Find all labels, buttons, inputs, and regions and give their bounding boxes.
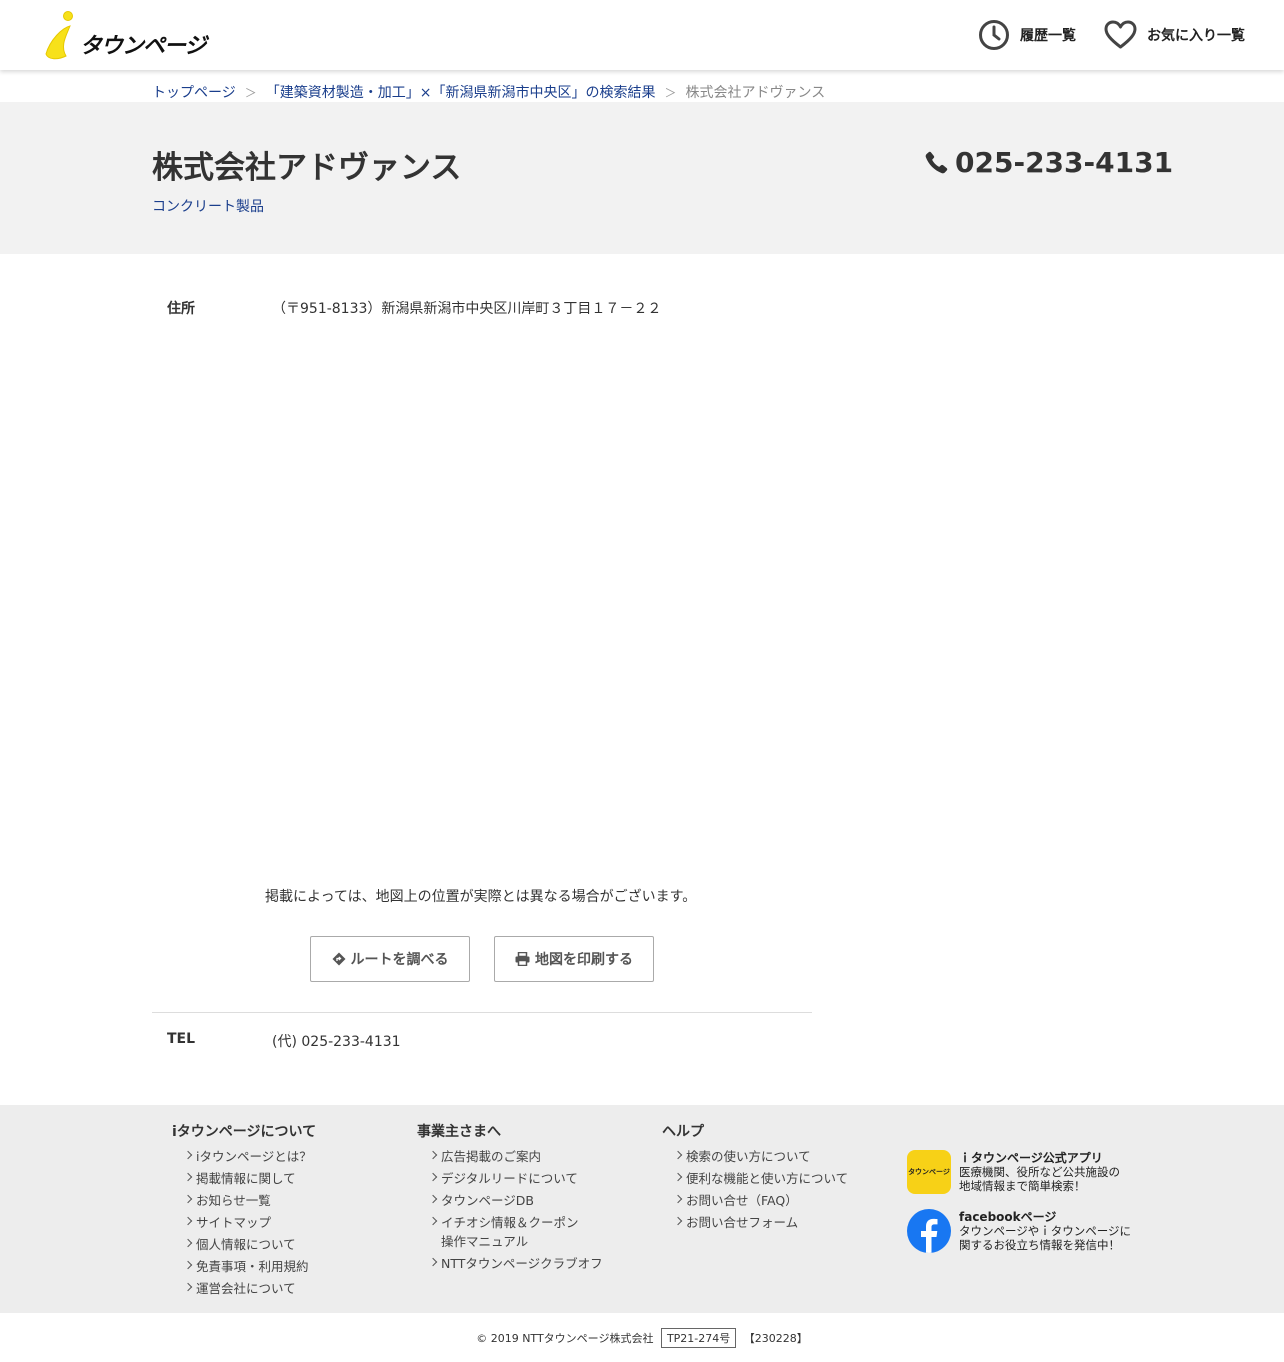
chevron-right-icon xyxy=(428,1150,438,1160)
print-button-label: 地図を印刷する xyxy=(535,952,633,968)
map-note: 掲載によっては、地図上の位置が実際とは異なる場合がございます。 xyxy=(265,889,697,905)
app-promo-title: ｉタウンページ公式アプリ xyxy=(959,1151,1103,1165)
footer-link[interactable]: 運営会社について xyxy=(172,1279,316,1298)
fb-promo-line2: 関するお役立ち情報を発信中！ xyxy=(959,1238,1120,1252)
company-header: 株式会社アドヴァンス コンクリート製品 025-233-4131 xyxy=(0,102,1284,254)
chevron-right-icon xyxy=(183,1238,193,1248)
app-promo-banner[interactable]: タウンページ ｉタウンページ公式アプリ 医療機関、役所など公共施設の 地域情報ま… xyxy=(907,1150,1120,1194)
footer-link[interactable]: 広告掲載のご案内 xyxy=(417,1147,603,1166)
license-code: TP21-274号 xyxy=(660,1328,737,1348)
favorites-label: お気に入り一覧 xyxy=(1147,28,1245,44)
phone-icon xyxy=(925,151,948,174)
chevron-right-icon xyxy=(428,1257,438,1267)
footer-link[interactable]: お問い合せフォーム xyxy=(662,1213,848,1232)
footer-link[interactable]: デジタルリードについて xyxy=(417,1169,603,1188)
chevron-right-icon xyxy=(183,1282,193,1292)
chevron-right-icon xyxy=(183,1194,193,1204)
app-promo-line1: 医療機関、役所など公共施設の xyxy=(959,1165,1120,1179)
chevron-right-icon xyxy=(673,1194,683,1204)
footer-column-about: iタウンページについて iタウンページとは？ 掲載情報に関して お知らせ一覧 サ… xyxy=(172,1121,316,1301)
route-button[interactable]: ルートを調べる xyxy=(310,936,470,982)
heart-icon xyxy=(1104,20,1137,49)
footer-link[interactable]: iタウンページとは？ xyxy=(172,1147,316,1166)
phone-number[interactable]: 025-233-4131 xyxy=(924,146,1173,179)
tel-value: (代) 025-233-4131 xyxy=(272,1034,401,1050)
chevron-right-icon xyxy=(673,1150,683,1160)
site-footer: iタウンページについて iタウンページとは？ 掲載情報に関して お知らせ一覧 サ… xyxy=(0,1105,1284,1313)
footer-column-business: 事業主さまへ 広告掲載のご案内 デジタルリードについて タウンページDB イチオ… xyxy=(417,1121,603,1276)
address-label: 住所 xyxy=(167,301,195,317)
footer-link[interactable]: 免責事項・利用規約 xyxy=(172,1257,316,1276)
address-value: （〒951-8133）新潟県新潟市中央区川岸町３丁目１７－２２ xyxy=(272,301,662,317)
chevron-right-icon xyxy=(428,1216,438,1226)
footer-link[interactable]: お知らせ一覧 xyxy=(172,1191,316,1210)
fb-promo-title: facebookページ xyxy=(959,1210,1057,1224)
app-promo-line2: 地域情報まで簡単検索！ xyxy=(959,1179,1086,1193)
footer-heading: 事業主さまへ xyxy=(417,1124,501,1140)
chevron-right-icon xyxy=(183,1260,193,1270)
history-link[interactable]: 履歴一覧 xyxy=(978,18,1076,52)
route-icon xyxy=(332,952,345,966)
breadcrumb-home-link[interactable]: トップページ xyxy=(152,82,236,102)
clock-icon xyxy=(979,20,1009,50)
footer-heading: iタウンページについて xyxy=(172,1124,317,1140)
footer-link[interactable]: NTTタウンページクラブオフ xyxy=(417,1254,603,1273)
phone-number-text: 025-233-4131 xyxy=(955,146,1174,179)
chevron-right-icon xyxy=(428,1172,438,1182)
site-header: タウンページ 履歴一覧 お気に入り一覧 xyxy=(0,0,1284,70)
printer-icon xyxy=(515,952,530,966)
footer-link[interactable]: サイトマップ xyxy=(172,1213,316,1232)
breadcrumb-separator: ＞ xyxy=(664,85,677,100)
category-link[interactable]: コンクリート製品 xyxy=(152,196,264,216)
footer-link[interactable]: お問い合せ（FAQ） xyxy=(662,1191,848,1210)
chevron-right-icon xyxy=(183,1172,193,1182)
fb-promo-line1: タウンページやｉタウンページに xyxy=(959,1224,1132,1238)
footer-link[interactable]: 便利な機能と使い方について xyxy=(662,1169,848,1188)
company-name: 株式会社アドヴァンス xyxy=(152,150,462,186)
logo-i-icon xyxy=(45,11,73,60)
footer-link[interactable]: イチオシ情報＆クーポン 操作マニュアル xyxy=(417,1213,603,1251)
breadcrumb-current: 株式会社アドヴァンス xyxy=(685,85,826,101)
print-map-button[interactable]: 地図を印刷する xyxy=(494,936,654,982)
route-button-label: ルートを調べる xyxy=(350,952,449,968)
site-logo[interactable]: タウンページ xyxy=(40,10,210,60)
logo-text: タウンページ xyxy=(80,34,207,59)
chevron-right-icon xyxy=(183,1216,193,1226)
chevron-right-icon xyxy=(183,1150,193,1160)
chevron-right-icon xyxy=(428,1194,438,1204)
copyright: © 2019 NTTタウンページ株式会社 TP21-274号 【230228】 xyxy=(0,1328,1284,1348)
chevron-right-icon xyxy=(673,1172,683,1182)
favorites-link[interactable]: お気に入り一覧 xyxy=(1104,18,1245,52)
version-code: 【230228】 xyxy=(743,1332,808,1345)
chevron-right-icon xyxy=(673,1216,683,1226)
footer-heading: ヘルプ xyxy=(662,1124,704,1140)
breadcrumb-separator: ＞ xyxy=(244,85,257,100)
footer-link[interactable]: タウンページDB xyxy=(417,1191,603,1210)
facebook-icon xyxy=(907,1209,951,1253)
app-icon: タウンページ xyxy=(907,1150,951,1194)
footer-column-help: ヘルプ 検索の使い方について 便利な機能と使い方について お問い合せ（FAQ） … xyxy=(662,1121,848,1235)
tel-label: TEL xyxy=(167,1031,196,1047)
map[interactable] xyxy=(265,330,810,860)
copyright-text: © 2019 NTTタウンページ株式会社 xyxy=(476,1332,654,1345)
footer-link[interactable]: 検索の使い方について xyxy=(662,1147,848,1166)
breadcrumb-search-link[interactable]: 「建築資材製造・加工」×「新潟県新潟市中央区」の検索結果 xyxy=(266,82,656,102)
facebook-promo-banner[interactable]: facebookページ タウンページやｉタウンページに 関するお役立ち情報を発信… xyxy=(907,1209,1131,1253)
breadcrumb: トップページ ＞ 「建築資材製造・加工」×「新潟県新潟市中央区」の検索結果 ＞ … xyxy=(152,82,825,102)
history-label: 履歴一覧 xyxy=(1020,28,1076,44)
footer-link[interactable]: 掲載情報に関して xyxy=(172,1169,316,1188)
footer-link[interactable]: 個人情報について xyxy=(172,1235,316,1254)
divider xyxy=(152,1012,812,1013)
